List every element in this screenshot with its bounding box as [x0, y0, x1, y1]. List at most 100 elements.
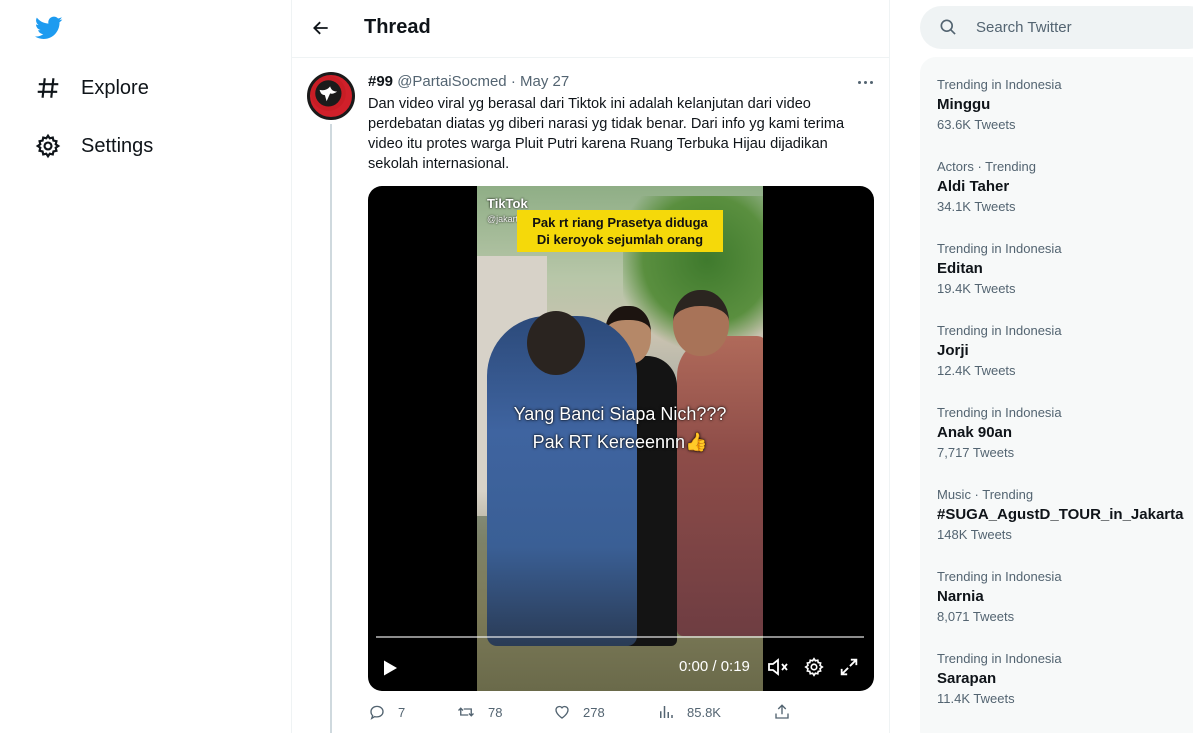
reply-count: 7	[398, 704, 406, 720]
more-dot-icon	[869, 80, 873, 84]
video-progress-bar[interactable]	[376, 636, 864, 638]
trend-name: Jorji	[937, 342, 969, 359]
more-dot-icon	[857, 80, 861, 84]
like-count: 278	[583, 704, 605, 720]
tweet-author-handle[interactable]: @PartaiSocmed	[397, 73, 506, 90]
fullscreen-button[interactable]	[838, 656, 860, 678]
trend-count: 11.4K Tweets	[937, 691, 1015, 706]
trend-count: 12.4K Tweets	[937, 363, 1016, 378]
nav-item-settings[interactable]: Settings	[34, 132, 153, 160]
trend-context: Trending in Indonesia	[937, 569, 1062, 584]
trend-item[interactable]: Trending in Indonesia Jorji 12.4K Tweets	[937, 323, 1193, 379]
analytics-icon	[660, 706, 673, 718]
trend-item[interactable]: Trending in Indonesia Anak 90an 7,717 Tw…	[937, 405, 1193, 461]
retweet-count: 78	[488, 704, 503, 720]
video-banner-line-2: Di keroyok sejumlah orang	[536, 232, 704, 247]
speaker-muted-icon	[768, 658, 788, 676]
trend-name: Anak 90an	[937, 424, 1013, 441]
share-button[interactable]	[773, 703, 803, 721]
video-caption-line-2: Pak RT Kereeennn👍	[532, 432, 708, 452]
trend-count: 34.1K Tweets	[937, 199, 1016, 214]
expand-icon	[840, 658, 858, 676]
trend-name: Minggu	[937, 96, 991, 113]
twitter-logo-icon[interactable]	[33, 14, 65, 42]
play-button[interactable]	[380, 658, 400, 678]
trend-count: 7,717 Tweets	[937, 445, 1015, 460]
share-icon	[775, 704, 789, 719]
retweet-icon	[458, 707, 474, 717]
thread-connector-line	[330, 124, 332, 733]
search-box[interactable]	[920, 6, 1193, 49]
retweet-button[interactable]: 78	[456, 703, 502, 721]
nav-item-explore[interactable]: Explore	[34, 74, 149, 102]
thread-header: Thread	[292, 0, 889, 58]
video-settings-button[interactable]	[803, 656, 825, 678]
tweet-date[interactable]: May 27	[520, 73, 569, 90]
trend-context: Music · Trending	[937, 487, 1034, 502]
video-banner-line-1: Pak rt riang Prasetya diduga	[532, 215, 708, 230]
video-banner: Pak rt riang Prasetya diduga Di keroyok …	[517, 210, 723, 252]
trend-item[interactable]: Trending in Indonesia Sarapan 11.4K Twee…	[937, 651, 1193, 707]
video-person-right	[677, 336, 763, 636]
tweet-author-name[interactable]: #99	[368, 73, 393, 90]
heart-icon	[555, 705, 569, 719]
video-frame: TikTok @jakarta Pak rt riang Prasetya di…	[477, 186, 763, 691]
gear-icon	[804, 657, 824, 677]
trend-context: Trending in Indonesia	[937, 241, 1062, 256]
tweet-text: Dan video viral yg berasal dari Tiktok i…	[368, 96, 845, 172]
avatar[interactable]	[307, 72, 355, 120]
tiktok-watermark: TikTok	[487, 196, 528, 211]
trend-count: 148K Tweets	[937, 527, 1012, 542]
nav-label-explore: Explore	[81, 76, 149, 99]
trend-count: 63.6K Tweets	[937, 117, 1016, 132]
mute-button[interactable]	[766, 656, 790, 678]
more-dot-icon	[863, 80, 867, 84]
trend-name: Narnia	[937, 588, 984, 605]
more-options-button[interactable]	[852, 72, 878, 92]
trend-item[interactable]: Music · Trending #SUGA_AgustD_TOUR_in_Ja…	[937, 487, 1193, 543]
trend-context: Actors · Trending	[937, 159, 1036, 174]
video-person-left-head	[527, 311, 585, 375]
search-input[interactable]	[976, 6, 1193, 49]
gear-icon	[34, 132, 62, 160]
trend-item[interactable]: Trending in Indonesia Narnia 8,071 Tweet…	[937, 569, 1193, 625]
page-title: Thread	[364, 16, 431, 38]
tweet-meta: #99 @PartaiSocmed · May 27	[368, 73, 569, 90]
back-button[interactable]	[304, 11, 338, 45]
trend-context: Trending in Indonesia	[937, 651, 1062, 666]
search-icon	[938, 17, 958, 37]
trends-panel: Trending in Indonesia Minggu 63.6K Tweet…	[920, 57, 1193, 733]
trend-name: Sarapan	[937, 670, 997, 687]
video-caption-line-1: Yang Banci Siapa Nich???	[513, 404, 727, 424]
trend-name: #SUGA_AgustD_TOUR_in_Jakarta	[937, 506, 1184, 523]
video-controls: 0:00 / 0:19	[368, 650, 874, 684]
play-icon	[384, 660, 397, 676]
trend-name: Aldi Taher	[937, 178, 1010, 195]
trend-context: Trending in Indonesia	[937, 405, 1062, 420]
meta-separator: ·	[510, 73, 516, 90]
thread-column: Thread #99 @PartaiSocmed · May 27 Dan vi…	[291, 0, 890, 733]
video-time: 0:00 / 0:19	[679, 658, 750, 675]
tweet-actions: 7 78 278 85.8K	[368, 703, 808, 727]
sidebar-right: Trending in Indonesia Minggu 63.6K Tweet…	[890, 0, 1193, 733]
trend-item[interactable]: Trending in Indonesia Minggu 63.6K Tweet…	[937, 77, 1193, 133]
views-button[interactable]: 85.8K	[657, 703, 721, 721]
video-caption: Yang Banci Siapa Nich??? Pak RT Kereeenn…	[477, 400, 763, 456]
video-person-right-head	[673, 290, 729, 356]
trend-item[interactable]: Actors · Trending Aldi Taher 34.1K Tweet…	[937, 159, 1193, 215]
nav-label-settings: Settings	[81, 134, 154, 157]
reply-icon	[370, 705, 384, 720]
trend-count: 19.4K Tweets	[937, 281, 1016, 296]
trend-count: 8,071 Tweets	[937, 609, 1015, 624]
trend-context: Trending in Indonesia	[937, 323, 1062, 338]
reply-button[interactable]: 7	[368, 703, 405, 721]
hashtag-icon	[34, 74, 62, 102]
trend-context: Trending in Indonesia	[937, 77, 1062, 92]
like-button[interactable]: 278	[553, 703, 605, 721]
arrow-left-icon	[313, 21, 328, 35]
left-navigation: Explore Settings	[0, 0, 291, 733]
trend-name: Editan	[937, 260, 983, 277]
video-player[interactable]: TikTok @jakarta Pak rt riang Prasetya di…	[368, 186, 874, 691]
trend-item[interactable]: Trending in Indonesia Editan 19.4K Tweet…	[937, 241, 1193, 297]
view-count: 85.8K	[687, 704, 721, 720]
